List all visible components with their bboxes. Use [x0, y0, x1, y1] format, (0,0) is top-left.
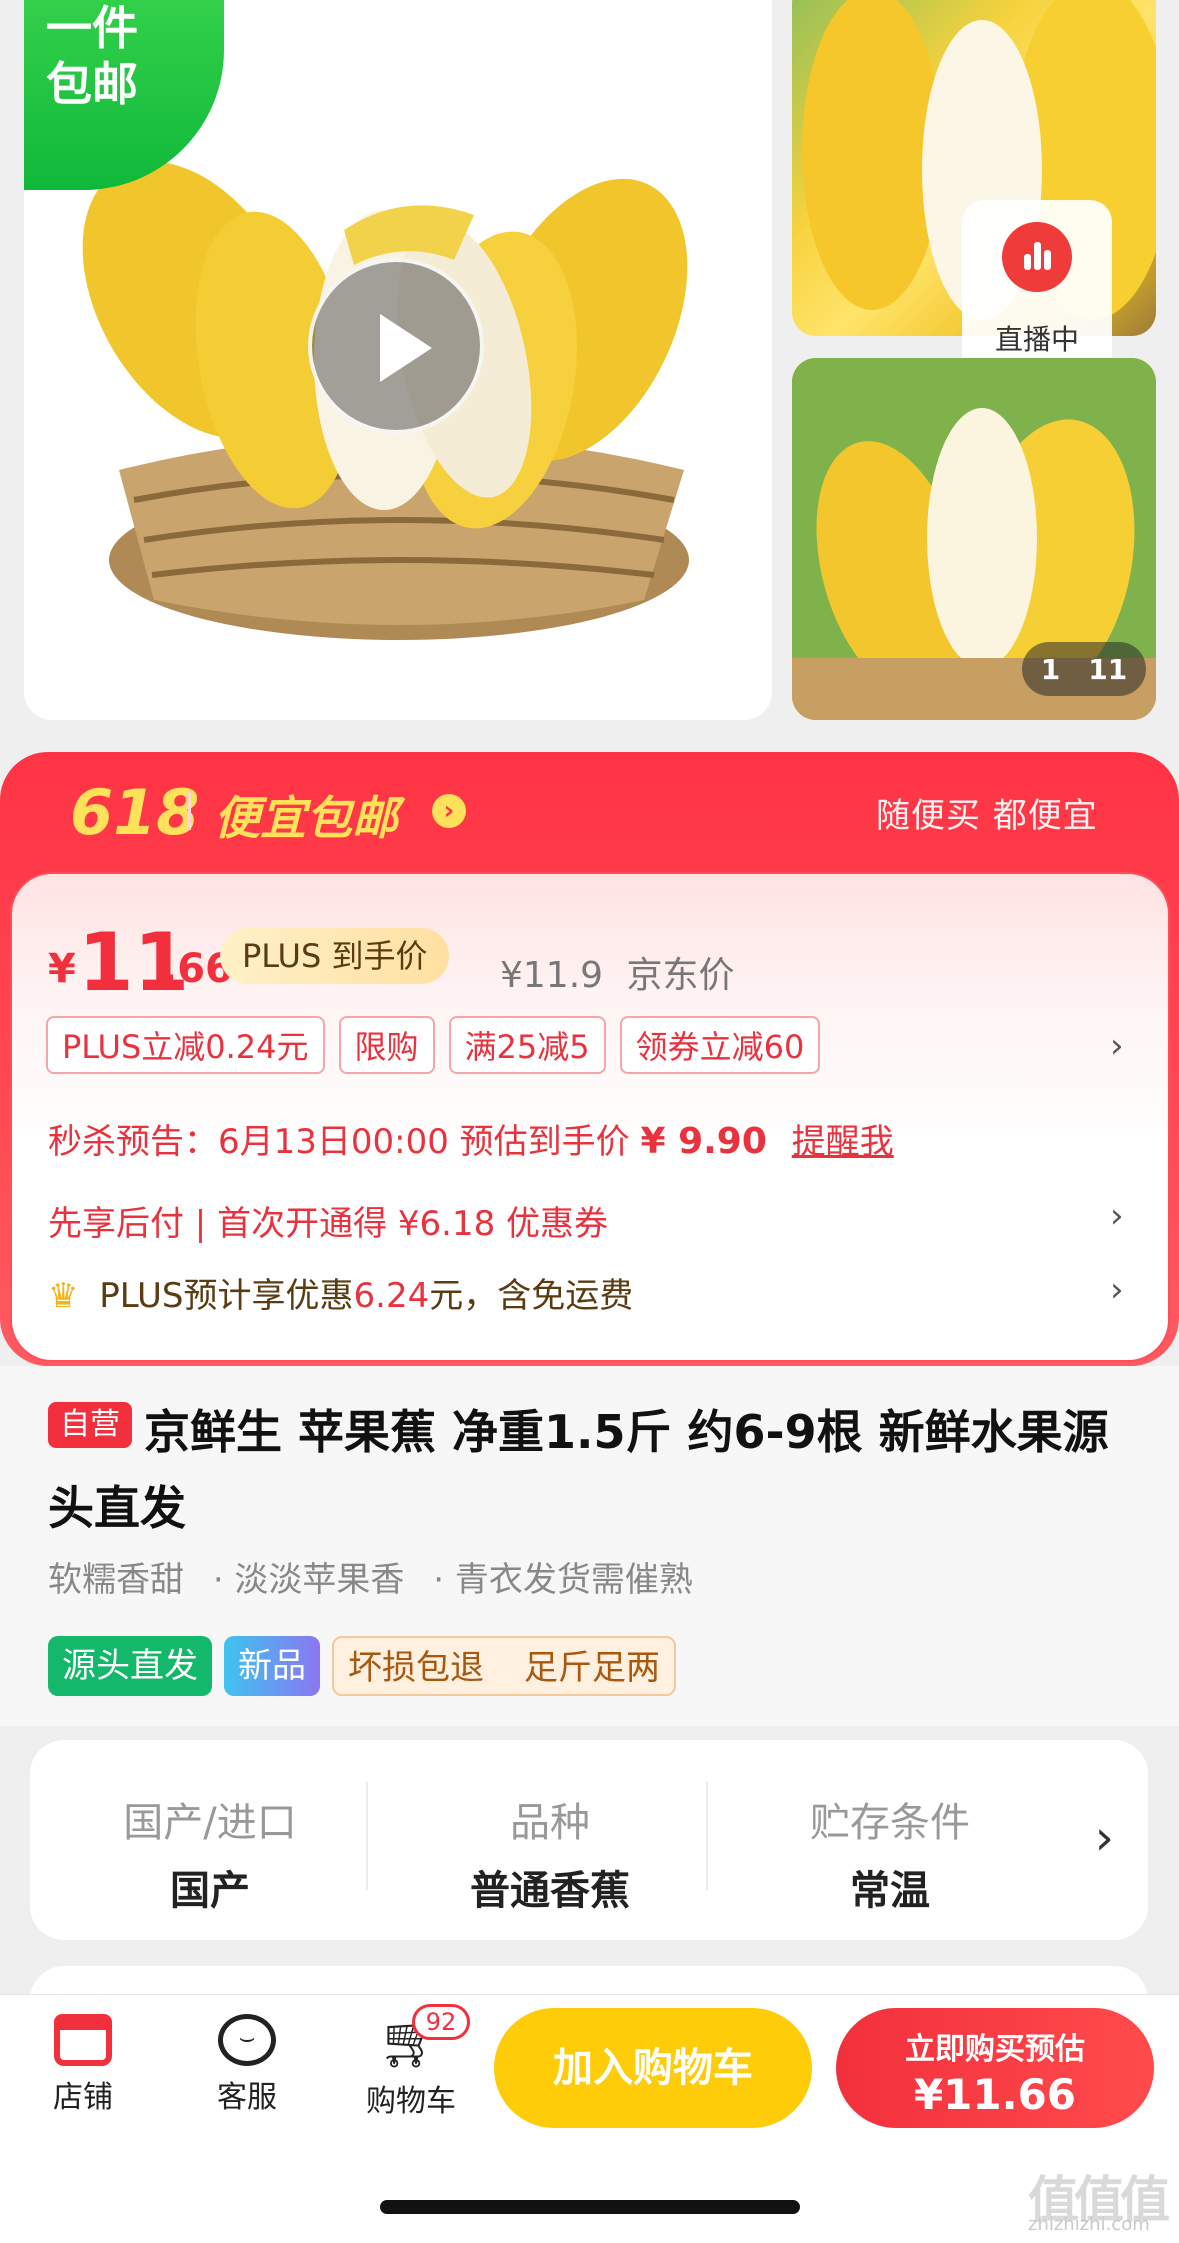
- image-counter: 1 11: [1022, 642, 1146, 696]
- remind-me-link[interactable]: 提醒我: [792, 1122, 894, 1162]
- spec-value: 普通香蕉: [470, 1868, 630, 1914]
- spec-chevron-icon[interactable]: ›: [1095, 1810, 1114, 1866]
- promo-tags[interactable]: PLUS立减0.24元 限购 满25减5 领券立减60: [46, 1016, 821, 1074]
- watermark-domain: zhizhizhi.com: [1028, 2214, 1150, 2235]
- store-button[interactable]: 店铺: [28, 2014, 138, 2116]
- price-currency: ¥: [48, 946, 76, 992]
- free-shipping-line1: 一件: [46, 1, 138, 55]
- flash-sale-text: 秒杀预告：6月13日00:00 预估到手价: [48, 1122, 630, 1162]
- spec-storage: 贮存条件 常温: [760, 1790, 1020, 1916]
- new-product-tag: 新品: [224, 1636, 320, 1696]
- live-icon: [1002, 222, 1072, 292]
- customer-service-button[interactable]: 客服: [192, 2014, 302, 2116]
- spec-card[interactable]: 国产/进口 国产 品种 普通香蕉 贮存条件 常温 ›: [30, 1740, 1148, 1940]
- plus-benefit-amount: 6.24: [353, 1276, 430, 1316]
- home-indicator-area: [0, 2142, 1179, 2243]
- selling-points: 软糯香甜 · 淡淡苹果香 · 青衣发货需催熟: [48, 1552, 711, 1601]
- flash-sale-price: ¥ 9.90: [640, 1121, 767, 1162]
- plus-benefit-prefix: PLUS预计享优惠: [99, 1276, 354, 1316]
- tag-plus-discount[interactable]: PLUS立减0.24元: [46, 1016, 325, 1074]
- promo-arrow-icon[interactable]: ›: [432, 794, 466, 828]
- spec-value: 常温: [850, 1868, 930, 1914]
- spec-origin: 国产/进口 国产: [80, 1790, 340, 1916]
- store-label: 店铺: [53, 2080, 113, 2115]
- flash-sale-preview: 秒杀预告：6月13日00:00 预估到手价 ¥ 9.90 提醒我: [48, 1114, 894, 1163]
- selling-point: · 淡淡苹果香: [212, 1560, 405, 1600]
- promo-event-logo: 618: [70, 776, 200, 849]
- spec-variety: 品种 普通香蕉: [420, 1790, 680, 1916]
- tag-full-reduction[interactable]: 满25减5: [448, 1016, 606, 1074]
- pay-later-offer[interactable]: 先享后付 | 首次开通得 ¥6.18 优惠券: [48, 1196, 608, 1245]
- full-weight-label: 足斤足两: [524, 1648, 660, 1688]
- jd-price-value: ¥11.9: [500, 955, 604, 996]
- plus-chevron-icon[interactable]: ›: [1110, 1270, 1124, 1310]
- selling-point: · 青衣发货需催熟: [433, 1560, 693, 1600]
- jd-price: ¥11.9 京东价: [500, 946, 735, 998]
- cart-label: 购物车: [366, 2084, 456, 2119]
- plus-benefit-suffix: 元，含免运费: [429, 1276, 634, 1316]
- spec-label: 品种: [510, 1800, 590, 1846]
- promo-slogan: 随便买 都便宜: [876, 796, 1098, 836]
- spec-label: 国产/进口: [123, 1800, 297, 1846]
- tag-coupon[interactable]: 领券立减60: [619, 1016, 821, 1074]
- add-to-cart-button[interactable]: 加入购物车: [494, 2008, 812, 2128]
- self-operated-badge: 自营: [48, 1402, 132, 1448]
- play-video-icon[interactable]: [308, 258, 484, 434]
- customer-service-icon: [218, 2014, 276, 2066]
- promo-divider: [188, 792, 191, 830]
- damage-refund-label: 坏损包退: [348, 1648, 484, 1688]
- live-streaming-badge[interactable]: 直播中: [962, 200, 1112, 378]
- selling-point: 软糯香甜: [48, 1560, 184, 1600]
- cart-count-badge: 92: [412, 2004, 470, 2040]
- tags-chevron-icon[interactable]: ›: [1110, 1026, 1124, 1066]
- source-direct-tag: 源头直发: [48, 1636, 212, 1696]
- store-icon: [54, 2014, 112, 2066]
- live-label: 直播中: [994, 323, 1079, 356]
- free-shipping-line2: 包邮: [46, 57, 138, 111]
- tag-limit[interactable]: 限购: [338, 1016, 435, 1074]
- promo-title[interactable]: 便宜包邮: [214, 782, 398, 848]
- spec-value: 国产: [170, 1868, 250, 1914]
- buy-now-price: ¥11.66: [913, 2070, 1077, 2119]
- counter-total: 11: [1088, 652, 1128, 686]
- pay-later-chevron-icon[interactable]: ›: [1110, 1196, 1124, 1236]
- product-title: 京鲜生 苹果蕉 净重1.5斤 约6-9根 新鲜水果源头直发: [48, 1405, 1109, 1535]
- service-label: 客服: [217, 2080, 277, 2115]
- counter-current: 1: [1040, 652, 1061, 686]
- crown-icon: ♛: [48, 1276, 79, 1316]
- spec-divider: [706, 1782, 708, 1890]
- plus-price-pill: PLUS 到手价: [220, 928, 450, 984]
- home-indicator[interactable]: [380, 2200, 800, 2214]
- service-tags: 源头直发 新品 坏损包退 足斤足两: [48, 1636, 676, 1696]
- spec-divider: [366, 1782, 368, 1890]
- spec-label: 贮存条件: [810, 1800, 970, 1846]
- jd-price-label: 京东价: [626, 955, 735, 996]
- buy-now-button[interactable]: 立即购买预估 ¥11.66: [836, 2008, 1154, 2128]
- buy-now-label: 立即购买预估: [905, 2032, 1085, 2067]
- plus-benefit-line[interactable]: ♛ PLUS预计享优惠6.24元，含免运费: [48, 1268, 633, 1317]
- guarantee-tag[interactable]: 坏损包退 足斤足两: [332, 1636, 676, 1696]
